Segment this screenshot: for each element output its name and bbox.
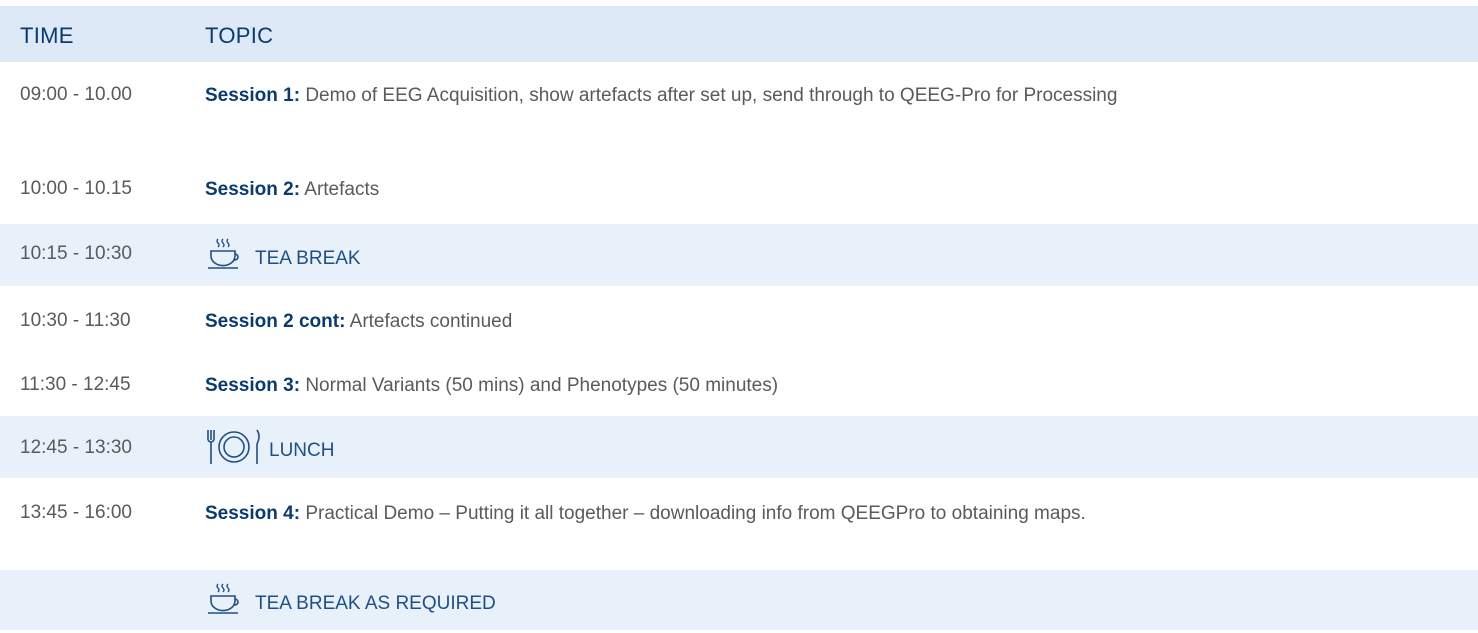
table-header: TIME TOPIC (0, 6, 1478, 62)
row-topic: Session 4: Practical Demo – Putting it a… (205, 502, 1378, 526)
row-topic: TEA BREAK AS REQUIRED (205, 582, 1438, 625)
break-label: TEA BREAK AS REQUIRED (255, 592, 496, 614)
table-row: 10:30 - 11:30 Session 2 cont: Artefacts … (0, 286, 1478, 356)
session-label: Session 1: (205, 85, 301, 106)
table-row: 10:15 - 10:30 TEA BREAK (0, 224, 1478, 286)
row-topic: Session 2 cont: Artefacts continued (205, 310, 1438, 334)
tea-cup-icon (205, 582, 241, 625)
row-time: 09:00 - 10.00 (20, 84, 132, 105)
session-description: Demo of EEG Acquisition, show artefacts … (300, 85, 1118, 106)
row-topic: Session 1: Demo of EEG Acquisition, show… (205, 84, 1438, 108)
session-description: Practical Demo – Putting it all together… (300, 503, 1086, 524)
table-row: 11:30 - 12:45 Session 3: Normal Variants… (0, 356, 1478, 416)
agenda-table: TIME TOPIC 09:00 - 10.00 Session 1: Demo… (0, 0, 1478, 633)
table-row: 13:45 - 16:00 Session 4: Practical Demo … (0, 478, 1478, 570)
row-time: 10:30 - 11:30 (20, 310, 131, 331)
row-topic: TEA BREAK (205, 237, 1438, 280)
session-label: Session 4: (205, 503, 301, 524)
header-time: TIME (20, 23, 74, 48)
row-time: 13:45 - 16:00 (20, 502, 132, 523)
session-label: Session 3: (205, 375, 301, 396)
session-label: Session 2: (205, 179, 301, 200)
tea-cup-icon (205, 237, 241, 280)
row-time: 12:45 - 13:30 (20, 437, 132, 458)
row-time: 10:15 - 10:30 (20, 243, 132, 264)
session-description: Artefacts (300, 179, 380, 200)
break-label: TEA BREAK (255, 247, 361, 269)
row-time: 11:30 - 12:45 (20, 374, 131, 395)
session-description: Normal Variants (50 mins) and Phenotypes… (300, 375, 779, 396)
session-label: Session 2 cont: (205, 311, 346, 332)
header-topic: TOPIC (205, 23, 274, 48)
table-row: TEA BREAK AS REQUIRED (0, 570, 1478, 630)
table-row: 12:45 - 13:30 LUNCH (0, 416, 1478, 478)
row-topic: Session 3: Normal Variants (50 mins) and… (205, 374, 1438, 398)
table-row: 10:00 - 10.15 Session 2: Artefacts (0, 154, 1478, 224)
session-description: Artefacts continued (345, 311, 513, 332)
row-topic: LUNCH (205, 427, 1438, 474)
row-topic: Session 2: Artefacts (205, 178, 1438, 202)
row-time: 10:00 - 10.15 (20, 178, 132, 199)
break-label: LUNCH (269, 439, 335, 461)
plate-cutlery-icon (205, 427, 263, 474)
table-row: 09:00 - 10.00 Session 1: Demo of EEG Acq… (0, 62, 1478, 154)
